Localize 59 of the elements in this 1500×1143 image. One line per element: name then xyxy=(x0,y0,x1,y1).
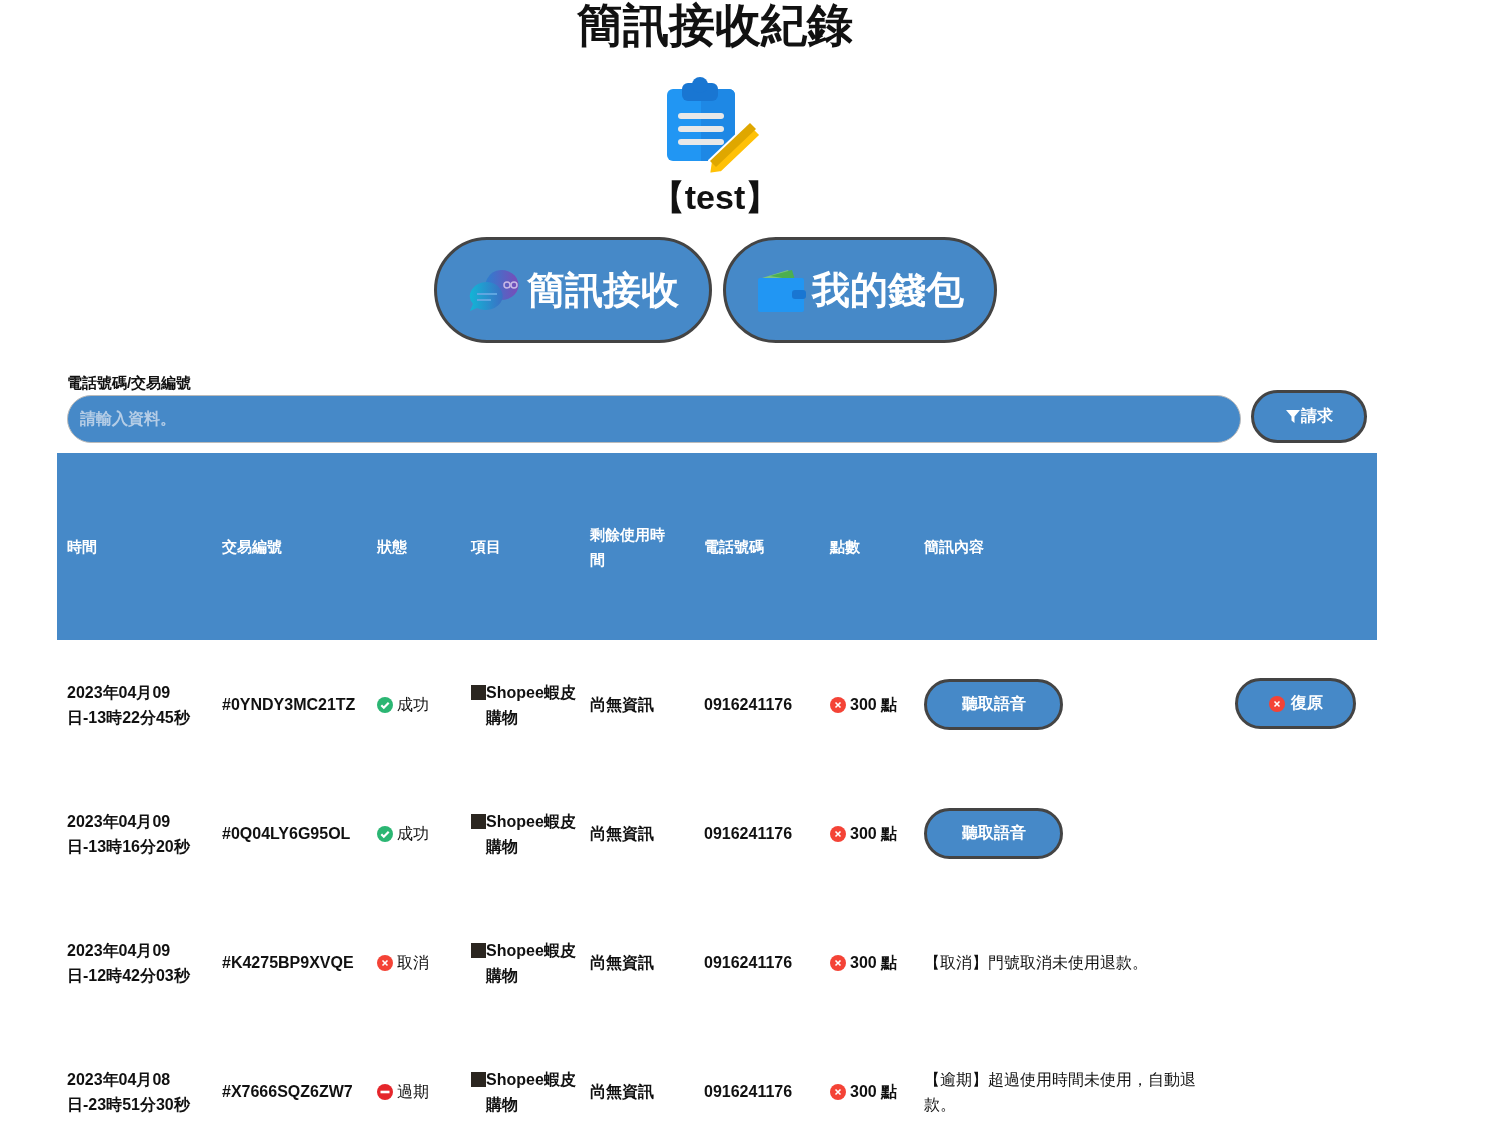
column-header: 時間 xyxy=(67,537,98,557)
points-label: 300 點 xyxy=(850,695,898,715)
column-header: 狀態 xyxy=(377,537,408,557)
remaining-time-cell-text: 尚無資訊 xyxy=(590,695,655,715)
points-label: 300 點 xyxy=(850,1082,898,1102)
message-content: 【逾期】超過使用時間未使用，自動退款。 xyxy=(924,1069,1197,1115)
item-name: Shopee蝦皮購物 xyxy=(486,940,577,986)
app-thumbnail-icon xyxy=(471,813,486,829)
column-header: 簡訊內容 xyxy=(924,537,985,557)
status-label: 成功 xyxy=(397,695,429,715)
wallet-icon xyxy=(755,268,808,312)
account-name: 【test】 xyxy=(650,177,780,217)
column-header: 點數 xyxy=(830,537,861,557)
x-circle-icon xyxy=(830,954,846,971)
time-cell-text: 2023年04月09日-13時16分20秒 xyxy=(67,811,191,857)
remaining-time-cell-text: 尚無資訊 xyxy=(590,953,655,973)
column-header: 剩餘使用時間 xyxy=(590,524,666,570)
wallet-button[interactable]: 我的錢包 xyxy=(722,237,997,343)
transaction-id-cell-text: #0YNDY3MC21TZ xyxy=(222,695,357,715)
restore-button[interactable]: 復原 xyxy=(1235,678,1356,729)
request-button[interactable]: 請求 xyxy=(1251,389,1367,443)
listen-audio-button[interactable]: 聽取語音 xyxy=(924,679,1063,730)
status-label: 過期 xyxy=(397,1082,429,1102)
item-name: Shopee蝦皮購物 xyxy=(486,1069,577,1115)
time-cell-text: 2023年04月09日-12時42分03秒 xyxy=(67,940,191,986)
remaining-time-cell-text: 尚無資訊 xyxy=(590,1082,655,1102)
search-field[interactable]: 請輸入資料。 xyxy=(67,395,1241,443)
remaining-time-cell-text: 尚無資訊 xyxy=(590,824,655,844)
app-thumbnail-icon xyxy=(471,1071,486,1087)
x-circle-icon xyxy=(830,1083,846,1100)
column-header: 電話號碼 xyxy=(704,537,765,557)
x-circle-icon xyxy=(830,825,846,842)
filter-icon xyxy=(1285,409,1300,423)
phone-number-cell-text: 0916241176 xyxy=(704,1082,794,1102)
phone-number-cell-text: 0916241176 xyxy=(704,824,794,844)
item-name: Shopee蝦皮購物 xyxy=(486,682,577,728)
phone-number-cell-text: 0916241176 xyxy=(704,953,794,973)
search-label: 電話號碼/交易編號 xyxy=(67,374,193,392)
x-circle-icon xyxy=(830,696,846,713)
x-circle-icon xyxy=(1268,695,1285,712)
points-label: 300 點 xyxy=(850,824,898,844)
app-thumbnail-icon xyxy=(471,684,486,700)
sms-button[interactable]: 簡訊接收 xyxy=(433,237,712,343)
transaction-id-cell-text: #0Q04LY6G95OL xyxy=(222,824,352,844)
phone-number-cell-text: 0916241176 xyxy=(704,695,794,715)
item-name: Shopee蝦皮購物 xyxy=(486,811,577,857)
column-header: 項目 xyxy=(471,537,502,557)
status-label: 成功 xyxy=(397,824,429,844)
listen-audio-button[interactable]: 聽取語音 xyxy=(924,808,1063,859)
page-title: 簡訊接收紀錄 xyxy=(577,0,853,50)
app-thumbnail-icon xyxy=(471,942,486,958)
time-cell-text: 2023年04月09日-13時22分45秒 xyxy=(67,682,191,728)
transaction-id-cell-text: #X7666SQZ6ZW7 xyxy=(222,1082,354,1102)
message-content: 【取消】門號取消未使用退款。 xyxy=(924,953,1149,973)
column-header: 交易編號 xyxy=(222,537,283,557)
points-label: 300 點 xyxy=(850,953,898,973)
time-cell-text: 2023年04月08日-23時51分30秒 xyxy=(67,1069,191,1115)
status-label: 取消 xyxy=(397,953,429,973)
transaction-id-cell-text: #K4275BP9XVQE xyxy=(222,953,355,973)
